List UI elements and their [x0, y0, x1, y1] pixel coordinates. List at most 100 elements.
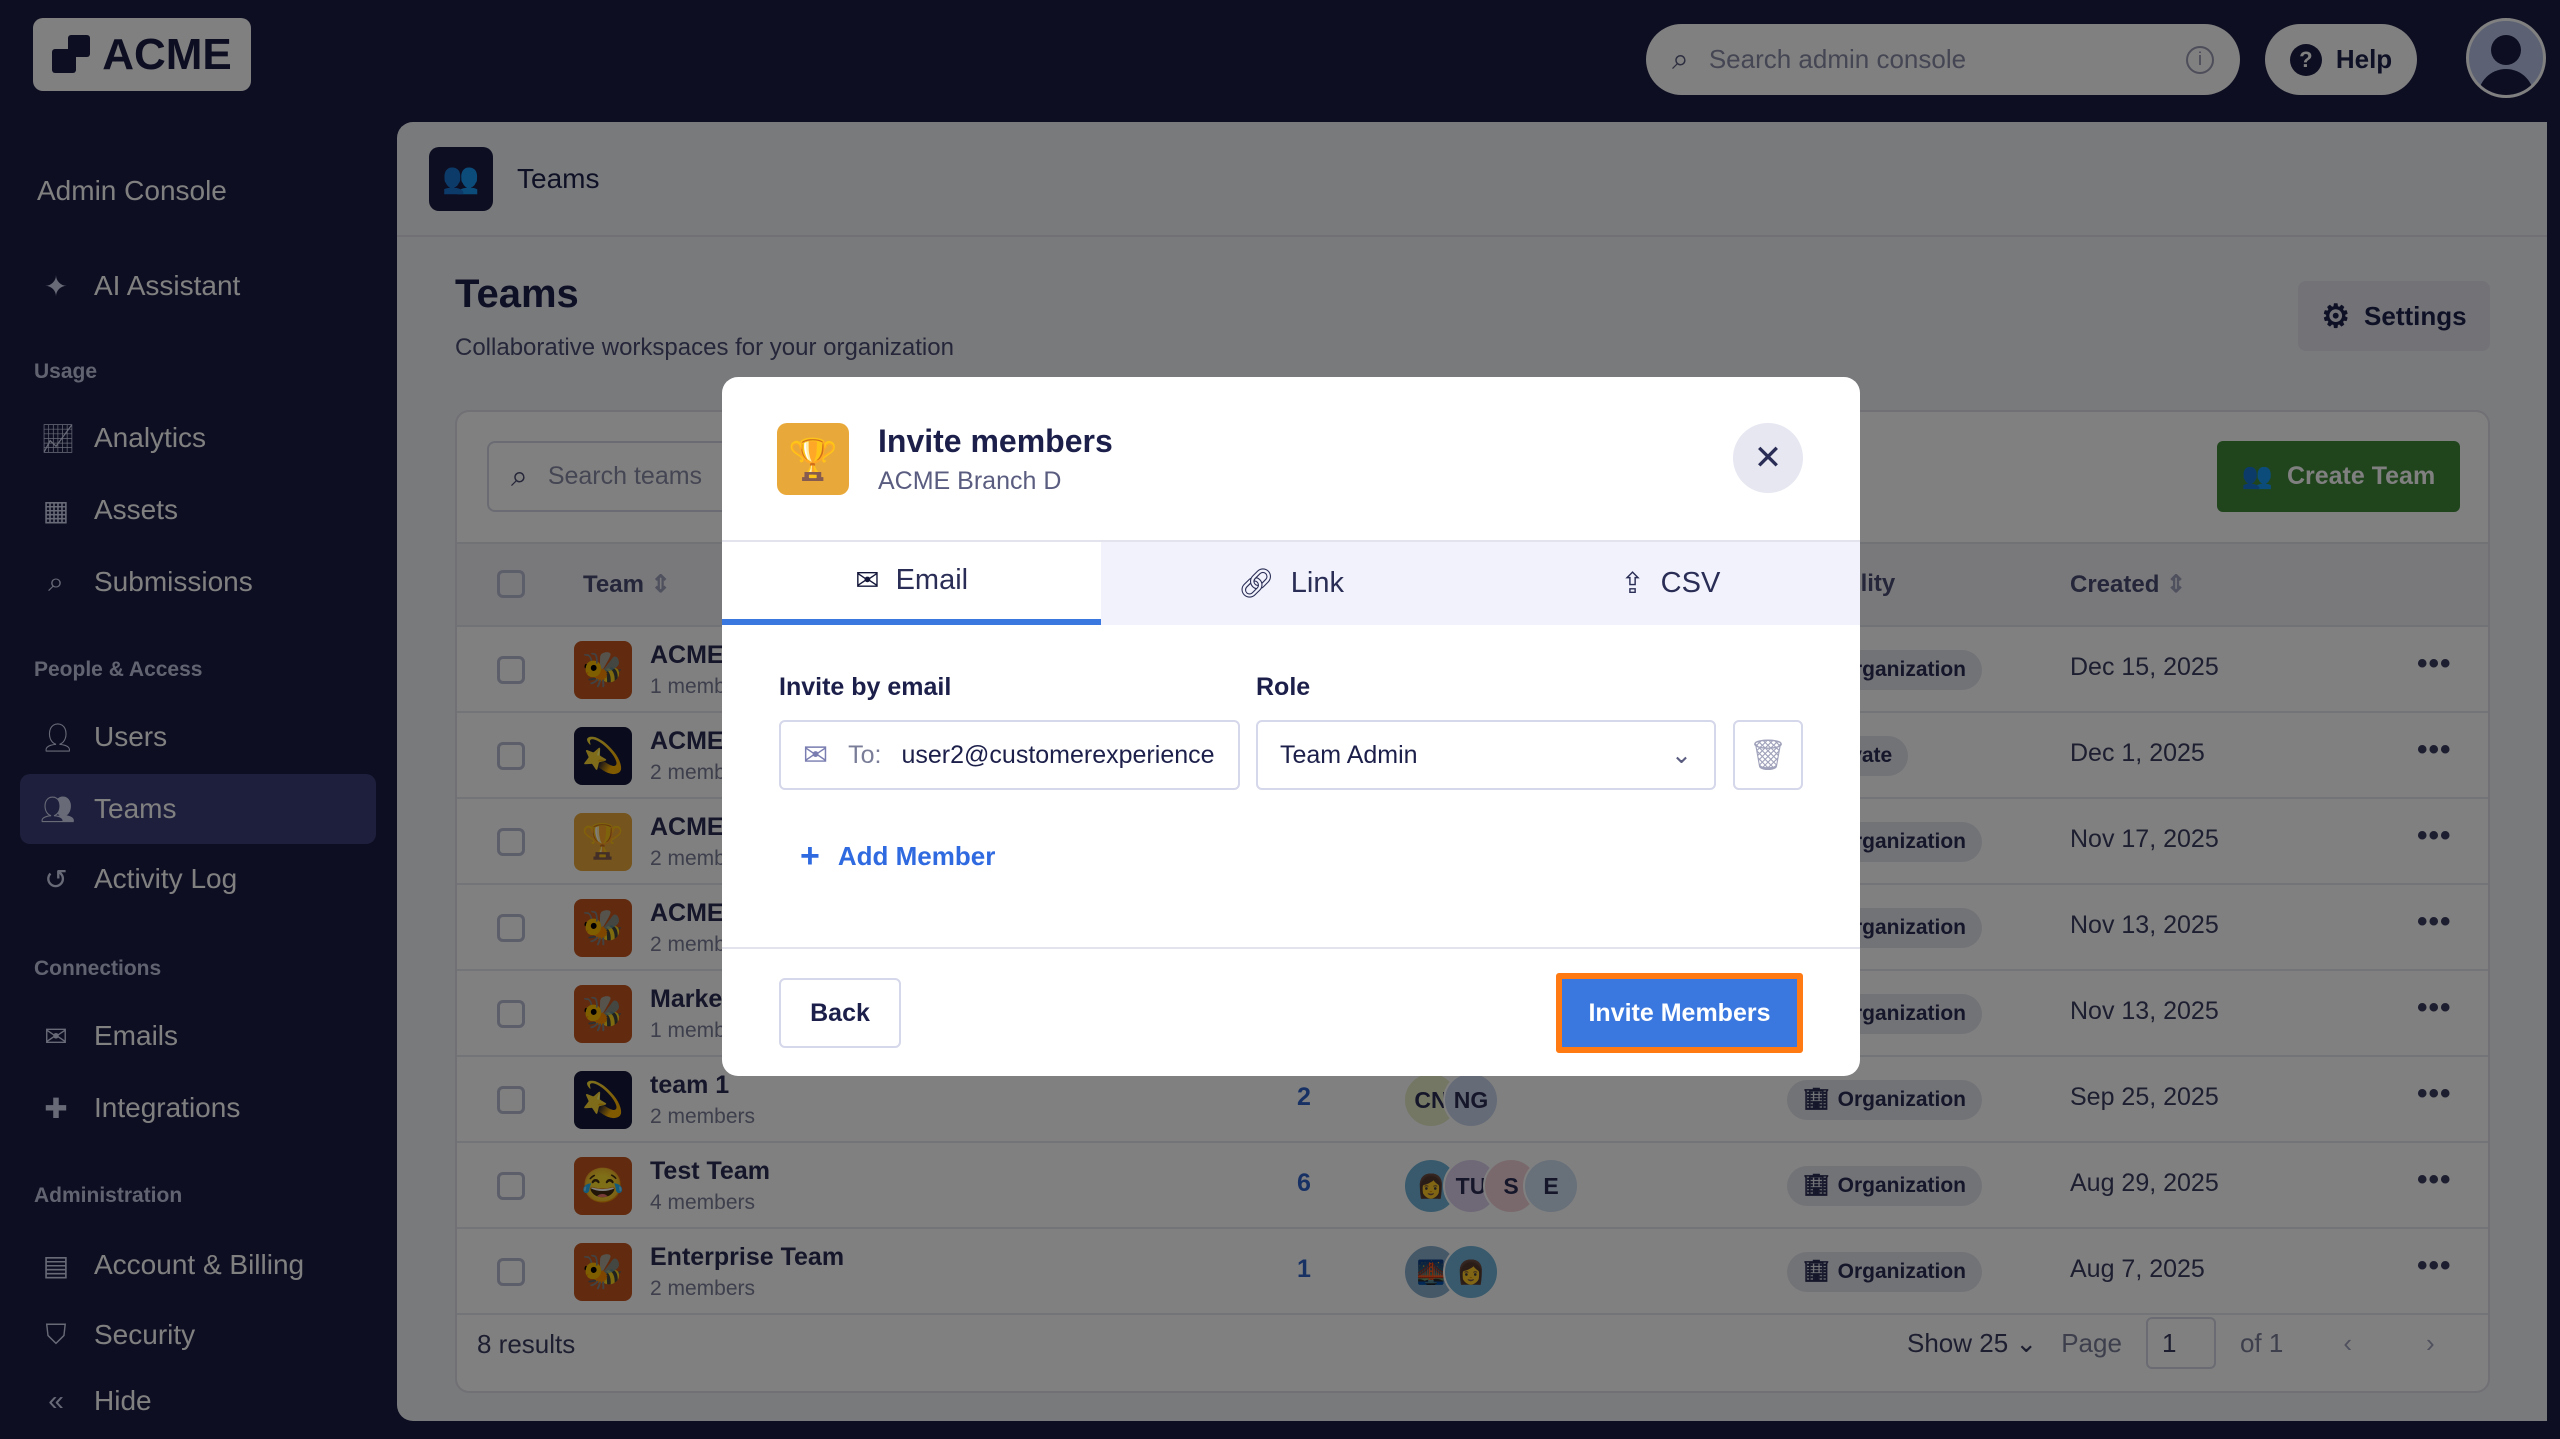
sidebar-item-security[interactable]: ⛉Security [20, 1300, 376, 1370]
more-actions-icon[interactable]: ••• [2417, 1077, 2452, 1111]
team-icon: 👥︎ [40, 793, 72, 826]
building-icon: 🏢︎ [1803, 1088, 1830, 1112]
sidebar-item-label: Activity Log [94, 863, 237, 895]
more-actions-icon[interactable]: ••• [2417, 991, 2452, 1025]
more-actions-icon[interactable]: ••• [2417, 905, 2452, 939]
created-date: Dec 1, 2025 [2070, 739, 2205, 768]
sidebar-item-users[interactable]: 👤︎Users [20, 702, 376, 772]
tab-csv[interactable]: ⇪CSV [1481, 542, 1860, 625]
row-checkbox[interactable] [497, 1172, 525, 1200]
row-checkbox[interactable] [497, 1000, 525, 1028]
sidebar-item-teams[interactable]: 👥︎Teams [20, 774, 376, 844]
team-icon: 🏆 [574, 813, 632, 871]
team-name[interactable]: ACME [650, 641, 724, 670]
more-actions-icon[interactable]: ••• [2417, 647, 2452, 681]
grid-icon: ▦ [40, 494, 72, 527]
sidebar-item-emails[interactable]: ✉Emails [20, 1001, 376, 1071]
sidebar-item-account-billing[interactable]: ▤ Account & Billing [20, 1230, 376, 1300]
page-subtitle: Collaborative workspaces for your organi… [455, 334, 954, 362]
tab-label: Email [896, 564, 969, 597]
sidebar-item-analytics[interactable]: 📈︎Analytics [20, 403, 376, 473]
sidebar-item-ai-assistant[interactable]: ✦AI Assistant [20, 251, 376, 321]
created-date: Aug 7, 2025 [2070, 1255, 2205, 1284]
email-value: user2@customerexperience [902, 741, 1215, 770]
user-avatar[interactable] [2466, 18, 2546, 98]
row-checkbox[interactable] [497, 656, 525, 684]
email-input[interactable]: ✉ To: user2@customerexperience [779, 720, 1240, 790]
building-icon: 🏢︎ [1803, 1260, 1830, 1284]
sidebar-item-label: Submissions [94, 566, 253, 598]
member-count[interactable]: 1 [1297, 1255, 1311, 1284]
created-date: Sep 25, 2025 [2070, 1083, 2219, 1112]
sidebar-item-label: Account & Billing [94, 1249, 304, 1281]
sidebar-item-label: AI Assistant [94, 270, 240, 302]
question-icon: ? [2290, 44, 2322, 76]
upload-icon: ⇪ [1620, 566, 1644, 601]
row-checkbox[interactable] [497, 742, 525, 770]
team-name[interactable]: Enterprise Team [650, 1243, 844, 1272]
tab-email[interactable]: ✉Email [722, 542, 1101, 625]
id-card-icon: ▤ [40, 1249, 72, 1282]
link-icon: 🔗︎ [1238, 567, 1275, 601]
created-date: Aug 29, 2025 [2070, 1169, 2219, 1198]
more-actions-icon[interactable]: ••• [2417, 1163, 2452, 1197]
team-name[interactable]: Test Team [650, 1157, 770, 1186]
member-avatar: E [1523, 1158, 1579, 1214]
create-team-button[interactable]: 👥Create Team [2217, 441, 2460, 512]
settings-label: Settings [2364, 301, 2467, 332]
invite-members-button[interactable]: Invite Members [1556, 973, 1803, 1053]
acme-logo[interactable]: ACME [33, 18, 251, 91]
row-checkbox[interactable] [497, 1258, 525, 1286]
team-name[interactable]: ACME [650, 727, 724, 756]
tab-link[interactable]: 🔗︎Link [1101, 542, 1480, 625]
hide-sidebar-button[interactable]: «Hide [20, 1366, 376, 1436]
table-row[interactable]: 😂 Test Team 4 members 6 👩TUSE 🏢︎Organiza… [457, 1143, 2488, 1229]
page-size-label: Show 25 [1907, 1328, 2008, 1358]
select-all-checkbox[interactable] [497, 570, 525, 598]
member-count[interactable]: 2 [1297, 1083, 1311, 1112]
sidebar-item-label: Assets [94, 494, 178, 526]
visibility-label: Organization [1838, 1088, 1966, 1112]
role-select[interactable]: Team Admin ⌄ [1256, 720, 1716, 790]
sidebar-item-integrations[interactable]: ✚Integrations [20, 1073, 376, 1143]
sidebar-item-assets[interactable]: ▦ Assets [20, 475, 376, 545]
team-icon: 🐝 [574, 641, 632, 699]
column-team[interactable]: Team ⇕ [583, 570, 671, 599]
member-avatars: CNNG [1403, 1072, 1483, 1128]
add-member-button[interactable]: +Add Member [800, 837, 995, 876]
more-actions-icon[interactable]: ••• [2417, 733, 2452, 767]
member-avatars: 👩TUSE [1403, 1158, 1563, 1214]
sidebar-item-activity-log[interactable]: ↺Activity Log [20, 844, 376, 914]
info-icon[interactable]: i [2186, 46, 2214, 74]
help-button[interactable]: ? Help [2265, 24, 2417, 95]
team-name[interactable]: Marke [650, 985, 722, 1014]
page-label: Page [2061, 1328, 2122, 1359]
puzzle-icon: ✚ [40, 1092, 72, 1125]
row-checkbox[interactable] [497, 914, 525, 942]
team-name[interactable]: team 1 [650, 1071, 729, 1100]
admin-search-input[interactable]: ⌕ Search admin console i [1646, 24, 2240, 95]
member-count[interactable]: 6 [1297, 1169, 1311, 1198]
search-icon: ⌕ [511, 460, 528, 494]
settings-button[interactable]: ⚙Settings [2298, 281, 2490, 351]
more-actions-icon[interactable]: ••• [2417, 1249, 2452, 1283]
breadcrumb: 👥 Teams [397, 122, 2547, 237]
team-name[interactable]: ACME [650, 813, 724, 842]
page-size-select[interactable]: Show 25 ⌄ [1907, 1328, 2037, 1359]
close-button[interactable]: ✕ [1733, 423, 1803, 493]
team-name[interactable]: ACME [650, 899, 724, 928]
page-input[interactable]: 1 [2146, 1317, 2216, 1369]
row-checkbox[interactable] [497, 828, 525, 856]
next-page-icon[interactable]: › [2426, 1328, 2435, 1359]
role-value: Team Admin [1280, 741, 1418, 770]
back-button[interactable]: Back [779, 978, 901, 1048]
table-row[interactable]: 🐝 Enterprise Team 2 members 1 🌉👩 🏢︎Organ… [457, 1229, 2488, 1315]
more-actions-icon[interactable]: ••• [2417, 819, 2452, 853]
team-icon: 💫 [574, 727, 632, 785]
row-checkbox[interactable] [497, 1086, 525, 1114]
sidebar-item-submissions[interactable]: ⌕Submissions [20, 547, 376, 617]
created-date: Dec 15, 2025 [2070, 653, 2219, 682]
remove-row-button[interactable]: 🗑︎ [1733, 720, 1803, 790]
column-created[interactable]: Created ⇕ [2070, 570, 2186, 599]
prev-page-icon[interactable]: ‹ [2343, 1328, 2352, 1359]
